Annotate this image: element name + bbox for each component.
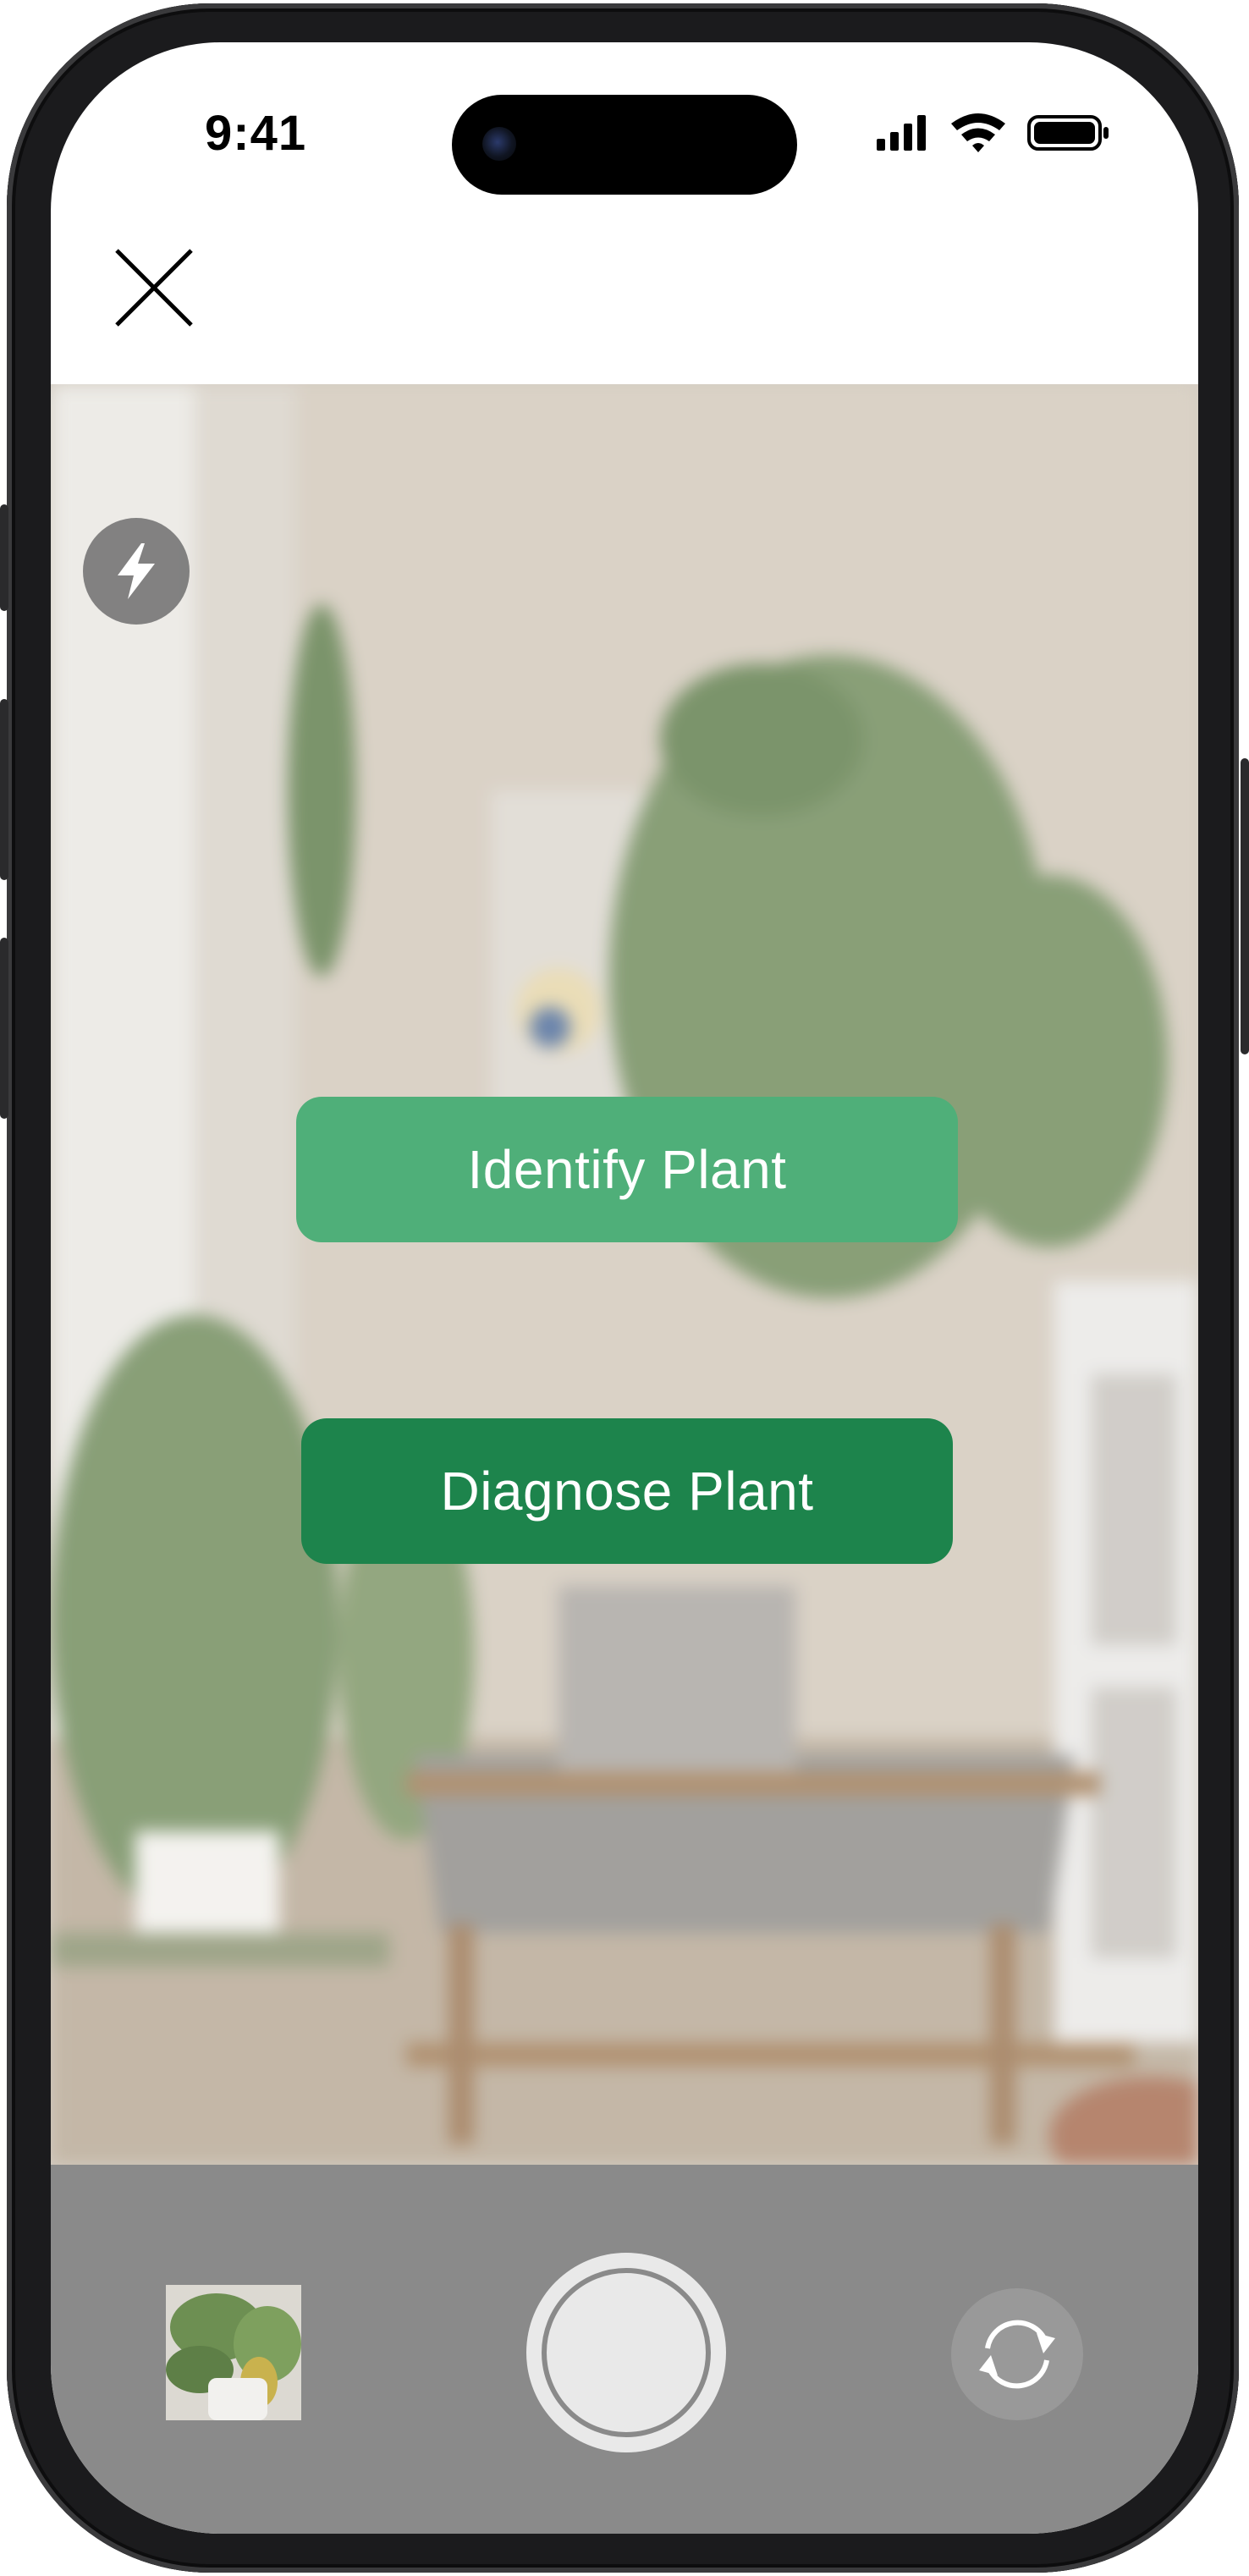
cellular-signal-icon: [877, 115, 926, 151]
gallery-thumbnail-image: [166, 2285, 301, 2420]
dynamic-island: [452, 95, 797, 195]
power-button: [1241, 758, 1249, 1054]
diagnose-plant-label: Diagnose Plant: [440, 1461, 814, 1522]
close-button[interactable]: [112, 245, 196, 330]
front-camera-icon: [482, 127, 516, 161]
volume-up-button: [0, 699, 8, 880]
camera-preview: Identify Plant Diagnose Plant: [51, 384, 1198, 2165]
wifi-icon: [951, 113, 1005, 152]
close-icon: [115, 249, 193, 327]
action-button: [0, 504, 8, 611]
flash-icon: [118, 543, 155, 599]
battery-icon: [1027, 115, 1109, 151]
flash-button[interactable]: [83, 518, 190, 625]
screen: Identify Plant Diagnose Plant 9:41: [51, 42, 1198, 2534]
identify-plant-button[interactable]: Identify Plant: [296, 1097, 958, 1242]
flip-camera-button[interactable]: [951, 2288, 1083, 2420]
preview-overlay: [51, 384, 1198, 2165]
shutter-button[interactable]: [526, 2253, 726, 2452]
status-time: 9:41: [205, 106, 307, 161]
flip-camera-icon: [979, 2320, 1055, 2389]
identify-plant-label: Identify Plant: [467, 1139, 787, 1200]
camera-controls-bar: [51, 2165, 1198, 2534]
status-icons: [877, 113, 1109, 152]
volume-down-button: [0, 938, 8, 1119]
shutter-inner-ring: [542, 2268, 711, 2437]
diagnose-plant-button[interactable]: Diagnose Plant: [301, 1418, 953, 1564]
gallery-thumbnail[interactable]: [166, 2285, 301, 2420]
